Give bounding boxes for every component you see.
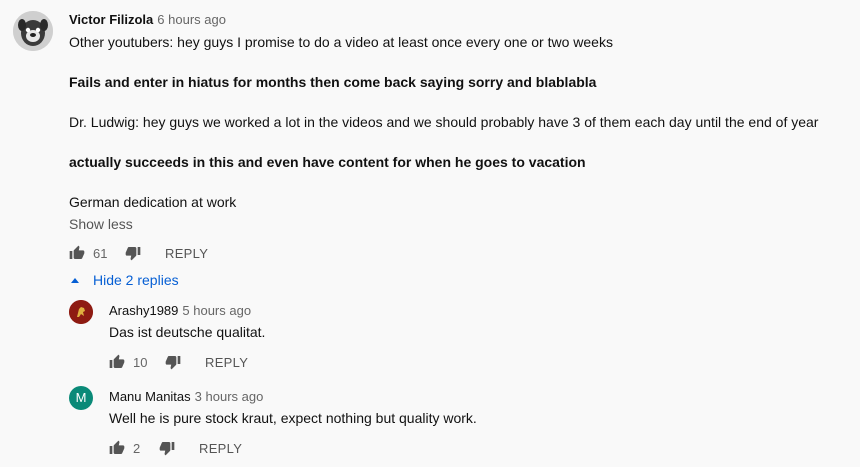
thumbs-down-icon[interactable] [165, 354, 181, 370]
reply-actions: 2 REPLY [109, 438, 242, 458]
comment-line: German dedication at work [69, 194, 237, 210]
like-count: 2 [133, 440, 141, 456]
like-count: 61 [93, 245, 108, 261]
show-less-link[interactable]: Show less [69, 216, 133, 232]
comment-header: Victor Filizola 6 hours ago [69, 11, 226, 29]
reply-text: Das ist deutsche qualitat. [109, 324, 266, 340]
thumbs-up-icon[interactable] [69, 245, 85, 261]
hide-replies-label: Hide 2 replies [93, 272, 179, 288]
comment-actions: 61 REPLY [69, 243, 208, 263]
avatar-arashy1989[interactable] [69, 300, 93, 324]
comment-line: Other youtubers: hey guys I promise to d… [69, 34, 613, 50]
reply-text: Well he is pure stock kraut, expect noth… [109, 410, 477, 426]
author-name[interactable]: Arashy1989 [109, 303, 178, 318]
comment-line: Dr. Ludwig: hey guys we worked a lot in … [69, 114, 819, 130]
author-name[interactable]: Manu Manitas [109, 389, 191, 404]
comment-timestamp[interactable]: 6 hours ago [157, 12, 226, 27]
comment-line: Fails and enter in hiatus for months the… [69, 74, 597, 90]
avatar-manu-manitas[interactable]: M [69, 386, 93, 410]
thumbs-down-icon[interactable] [125, 245, 141, 261]
reply-button[interactable]: REPLY [205, 355, 248, 370]
reply-actions: 10 REPLY [109, 352, 248, 372]
reply-timestamp[interactable]: 3 hours ago [195, 389, 264, 404]
caret-up-icon [71, 277, 79, 283]
reply-button[interactable]: REPLY [165, 246, 208, 261]
hide-replies-button[interactable]: Hide 2 replies [69, 272, 179, 288]
reply-timestamp[interactable]: 5 hours ago [182, 303, 251, 318]
comment-line: actually succeeds in this and even have … [69, 154, 586, 170]
thumbs-up-icon[interactable] [109, 354, 125, 370]
reply-header: Manu Manitas 3 hours ago [109, 388, 263, 406]
avatar-victor-filizola[interactable] [13, 11, 53, 51]
reply-header: Arashy1989 5 hours ago [109, 302, 251, 320]
reply-button[interactable]: REPLY [199, 441, 242, 456]
thumbs-up-icon[interactable] [109, 440, 125, 456]
author-name[interactable]: Victor Filizola [69, 12, 153, 27]
like-count: 10 [133, 354, 148, 370]
pug-avatar-icon [13, 11, 53, 51]
lion-crest-icon [69, 300, 93, 324]
thumbs-down-icon[interactable] [159, 440, 175, 456]
